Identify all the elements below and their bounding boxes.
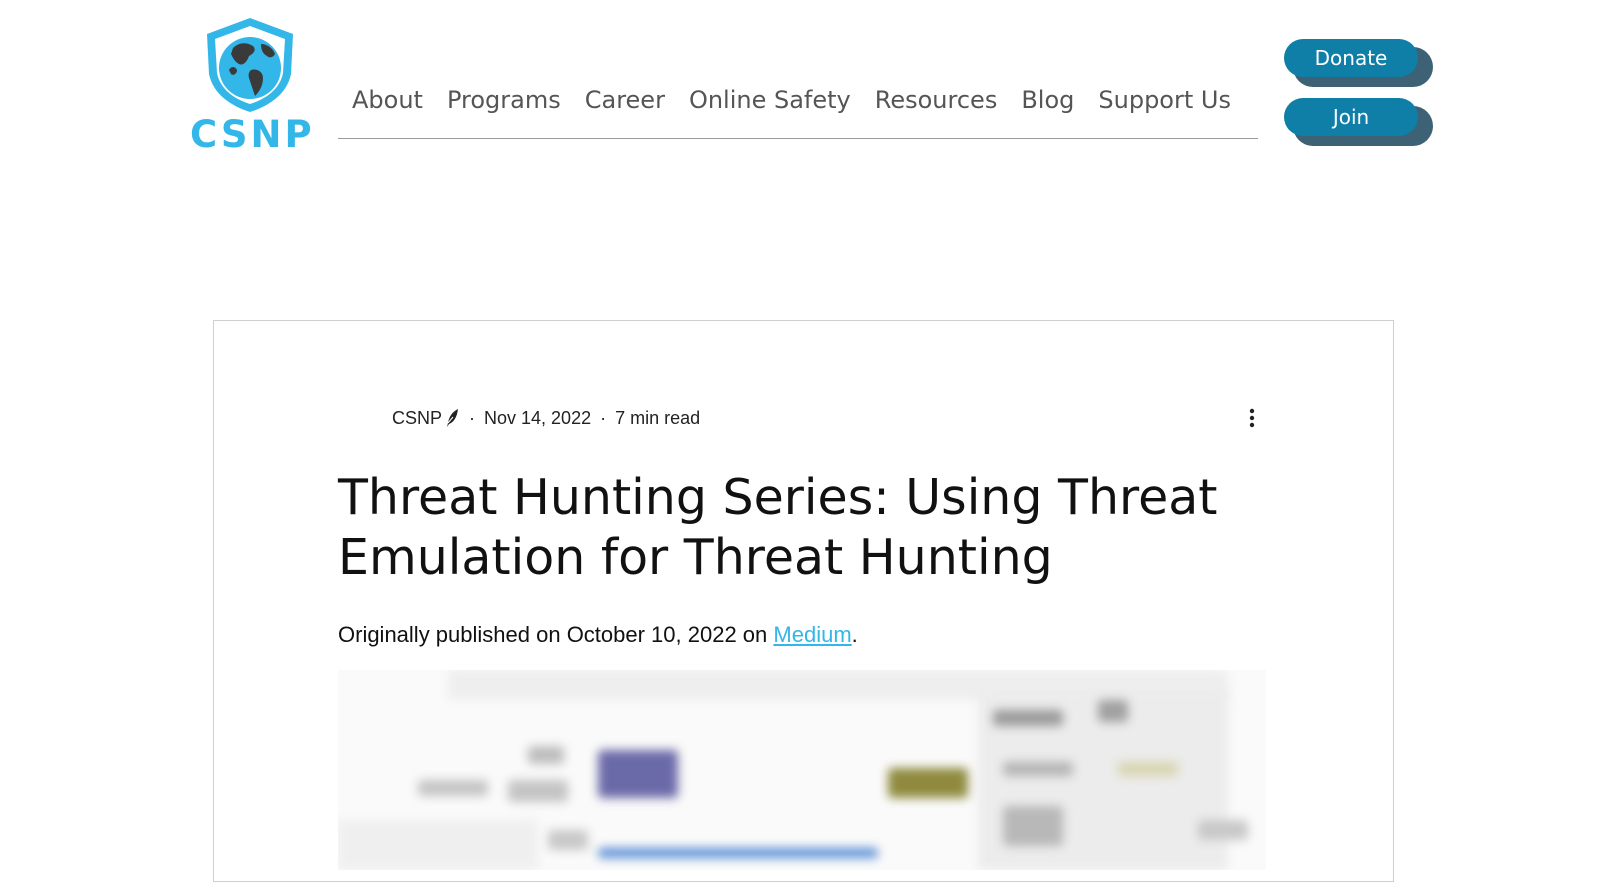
post-hero-image (338, 670, 1266, 870)
author-name[interactable]: CSNP (392, 408, 442, 429)
donate-button-wrap: Donate (1284, 39, 1433, 87)
join-button-wrap: Join (1284, 98, 1433, 146)
nav-online-safety[interactable]: Online Safety (677, 80, 863, 120)
meta-separator: · (469, 407, 476, 428)
quill-icon (446, 408, 460, 428)
more-actions-icon[interactable] (1240, 404, 1264, 432)
csnp-logo[interactable]: CSNP (190, 16, 315, 156)
intro-text: Originally published on October 10, 2022… (338, 622, 774, 647)
nav-programs[interactable]: Programs (435, 80, 573, 120)
post-title: Threat Hunting Series: Using Threat Emul… (338, 469, 1218, 586)
post-date: Nov 14, 2022 (484, 407, 592, 428)
nav-about[interactable]: About (340, 80, 435, 120)
main-nav: About Programs Career Online Safety Reso… (340, 80, 1243, 120)
post-intro: Originally published on October 10, 2022… (338, 622, 858, 648)
donate-button[interactable]: Donate (1284, 39, 1418, 77)
nav-divider (338, 138, 1258, 139)
read-time: 7 min read (615, 407, 701, 428)
intro-suffix: . (851, 622, 858, 647)
globe-shield-icon (207, 18, 293, 112)
nav-career[interactable]: Career (573, 80, 677, 120)
meta-separator: · (600, 407, 607, 428)
medium-link[interactable]: Medium (773, 622, 851, 647)
nav-resources[interactable]: Resources (863, 80, 1010, 120)
nav-blog[interactable]: Blog (1009, 80, 1086, 120)
join-button[interactable]: Join (1284, 98, 1418, 136)
logo-text: CSNP (190, 113, 315, 156)
nav-support-us[interactable]: Support Us (1086, 80, 1243, 120)
post-meta: CSNP · Nov 14, 2022 · 7 min read (392, 404, 700, 432)
